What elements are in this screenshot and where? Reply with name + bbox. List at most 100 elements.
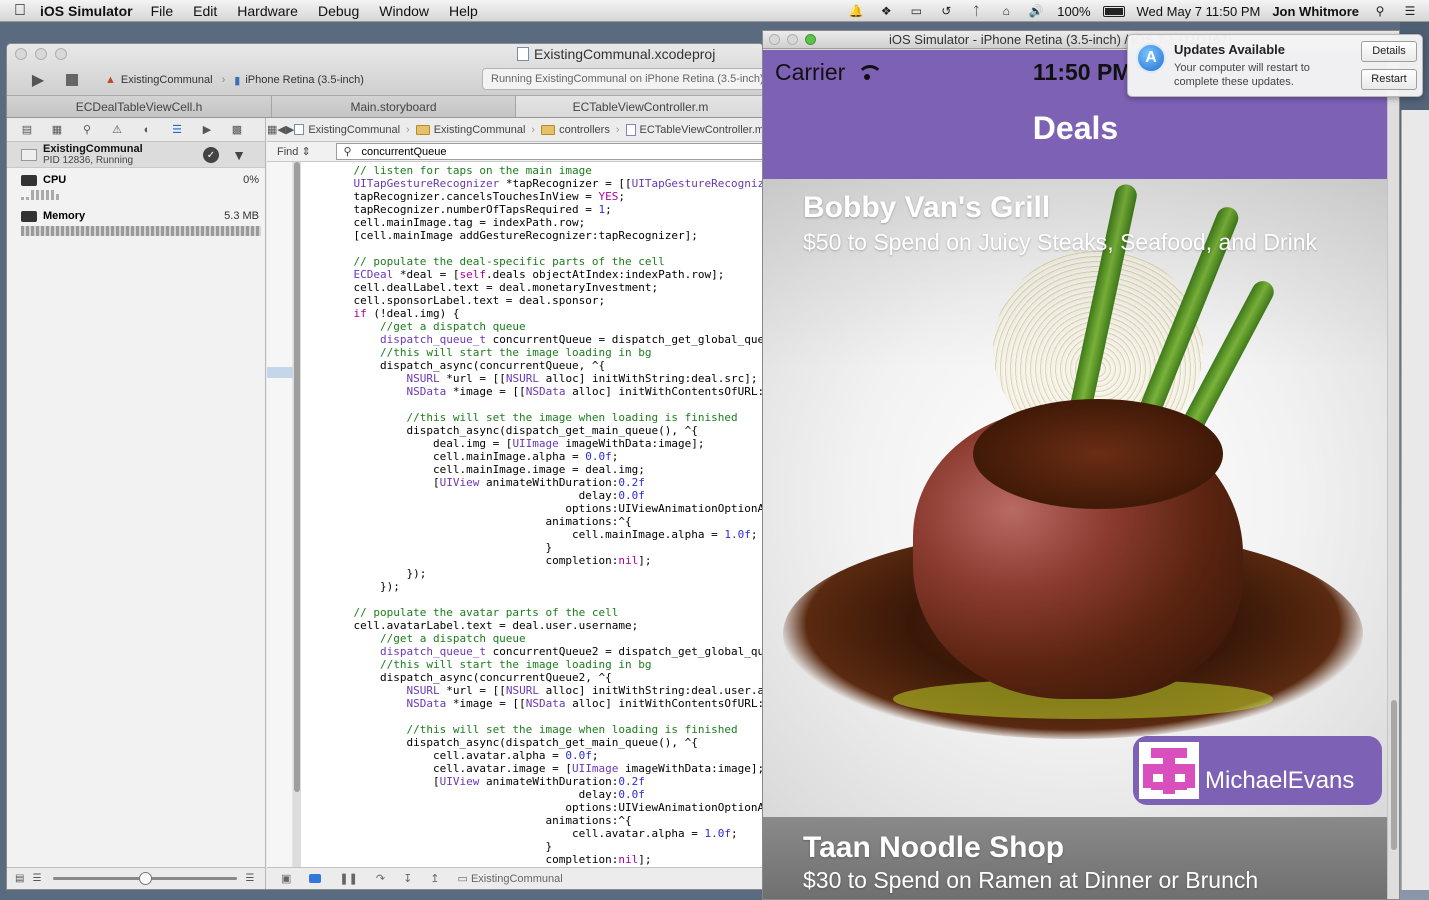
zoom-button[interactable] bbox=[805, 34, 816, 45]
minimize-button[interactable] bbox=[35, 48, 47, 60]
code-line[interactable]: UITapGestureRecognizer *tapRecognizer = … bbox=[327, 177, 764, 190]
find-input[interactable]: ⚲ concurrentQueue bbox=[336, 143, 763, 160]
code-line[interactable]: // populate the deal-specific parts of t… bbox=[327, 255, 763, 268]
code-line[interactable]: dispatch_queue_t concurrentQueue2 = disp… bbox=[327, 645, 763, 658]
simulator-scrollbar[interactable] bbox=[1387, 50, 1399, 899]
apple-menu-icon[interactable]:  bbox=[0, 2, 40, 20]
breakpoints-toggle-icon[interactable] bbox=[309, 874, 322, 883]
gauge-info-icon[interactable]: ✓ bbox=[203, 147, 219, 163]
process-row[interactable]: ExistingCommunal PID 12836, Running ✓ ▼ bbox=[7, 142, 265, 168]
code-line[interactable]: tapRecognizer.cancelsTouchesInView = YES… bbox=[327, 190, 763, 203]
tab-tableviewcontroller-m[interactable]: ECTableViewController.m bbox=[516, 96, 763, 117]
issue-navigator-icon[interactable]: ⚠ bbox=[109, 123, 125, 137]
airplay-icon[interactable]: ▭ bbox=[907, 4, 925, 18]
deal-cell[interactable]: Bobby Van's Grill $50 to Spend on Juicy … bbox=[763, 179, 1388, 817]
find-mode-selector[interactable]: Find ⇕ bbox=[267, 145, 336, 158]
notification-center-icon[interactable]: ☰ bbox=[1401, 4, 1419, 18]
show-only-crashed-icon[interactable]: ▤ bbox=[15, 873, 24, 884]
memory-gauge[interactable]: Memory 5.3 MB bbox=[7, 204, 265, 240]
back-arrow-icon[interactable]: ◀ bbox=[277, 123, 285, 136]
details-button[interactable]: Details bbox=[1361, 41, 1417, 62]
dropbox-icon[interactable]: ❖ bbox=[877, 4, 895, 18]
code-line[interactable] bbox=[327, 242, 763, 255]
code-line[interactable]: dispatch_async(dispatch_get_main_queue()… bbox=[327, 736, 763, 749]
deal-cell[interactable]: Taan Noodle Shop $30 to Spend on Ramen a… bbox=[763, 817, 1388, 899]
code-line[interactable]: options:UIViewAnimationOptionAllowUser bbox=[327, 502, 763, 515]
menu-edit[interactable]: Edit bbox=[193, 3, 217, 19]
code-line[interactable]: dispatch_async(concurrentQueue2, ^{ bbox=[327, 671, 763, 684]
code-line[interactable]: NSData *image = [[NSData alloc] initWith… bbox=[327, 697, 763, 710]
volume-icon[interactable]: 🔊 bbox=[1027, 4, 1045, 18]
scrollbar-thumb[interactable] bbox=[1391, 700, 1397, 850]
code-text[interactable]: // listen for taps on the main image UIT… bbox=[327, 164, 763, 867]
code-line[interactable]: dispatch_async(dispatch_get_main_queue()… bbox=[327, 424, 763, 437]
code-line[interactable]: cell.avatarLabel.text = deal.user.userna… bbox=[327, 619, 763, 632]
code-line[interactable]: cell.mainImage.alpha = 1.0f; bbox=[327, 528, 763, 541]
code-line[interactable]: [cell.mainImage addGestureRecognizer:tap… bbox=[327, 229, 763, 242]
code-line[interactable]: // listen for taps on the main image bbox=[327, 164, 763, 177]
code-line[interactable]: delay:0.0f bbox=[327, 788, 763, 801]
wifi-menu-icon[interactable]: ⌂ bbox=[997, 4, 1015, 18]
code-line[interactable]: cell.avatar.alpha = 1.0f; bbox=[327, 827, 763, 840]
code-line[interactable]: animations:^{ bbox=[327, 814, 763, 827]
code-line[interactable]: cell.sponsorLabel.text = deal.sponsor; bbox=[327, 294, 763, 307]
code-line[interactable]: cell.mainImage.image = deal.img; bbox=[327, 463, 763, 476]
code-line[interactable]: } bbox=[327, 541, 763, 554]
menu-help[interactable]: Help bbox=[449, 3, 478, 19]
code-line[interactable]: //this will start the image loading in b… bbox=[327, 658, 763, 671]
zoom-button[interactable] bbox=[55, 48, 67, 60]
code-line[interactable]: completion:nil]; bbox=[327, 853, 763, 866]
code-line[interactable]: animations:^{ bbox=[327, 515, 763, 528]
stop-button[interactable] bbox=[61, 70, 83, 90]
avatar[interactable] bbox=[1139, 742, 1199, 799]
breadcrumb-file[interactable]: ECTableViewController.m bbox=[625, 123, 763, 136]
code-line[interactable]: delay:0.0f bbox=[327, 489, 763, 502]
code-line[interactable]: }); bbox=[327, 567, 763, 580]
run-button[interactable]: ▶ bbox=[27, 70, 49, 90]
debug-navigator-icon[interactable]: ☰ bbox=[169, 123, 185, 137]
menu-window[interactable]: Window bbox=[379, 3, 429, 19]
related-items-icon[interactable]: ▦ bbox=[267, 123, 277, 136]
restart-button[interactable]: Restart bbox=[1361, 69, 1417, 90]
line-gutter[interactable] bbox=[267, 162, 293, 867]
code-line[interactable]: cell.mainImage.tag = indexPath.row; bbox=[327, 216, 763, 229]
code-line[interactable]: NSData *image = [[NSData alloc] initWith… bbox=[327, 385, 763, 398]
find-navigator-icon[interactable]: ⚲ bbox=[79, 123, 95, 137]
code-minimap-scrollbar[interactable] bbox=[293, 162, 301, 867]
scrollbar-thumb[interactable] bbox=[294, 162, 300, 792]
background-window[interactable] bbox=[1401, 110, 1429, 890]
step-over-icon[interactable]: ↷ bbox=[376, 872, 385, 885]
code-line[interactable] bbox=[327, 710, 763, 723]
forward-arrow-icon[interactable]: ▶ bbox=[286, 123, 294, 136]
code-line[interactable]: }); bbox=[327, 580, 763, 593]
user-chip[interactable]: MichaelEvans bbox=[1133, 736, 1382, 805]
menu-file[interactable]: File bbox=[151, 3, 174, 19]
code-line[interactable]: //get a dispatch queue bbox=[327, 320, 763, 333]
test-navigator-icon[interactable]: ◐ bbox=[139, 123, 155, 137]
code-line[interactable]: } bbox=[327, 840, 763, 853]
process-menu-icon[interactable]: ▼ bbox=[231, 147, 247, 163]
code-line[interactable]: completion:nil]; bbox=[327, 554, 763, 567]
log-navigator-icon[interactable]: ▩ bbox=[229, 123, 245, 137]
code-line[interactable]: tapRecognizer.numberOfTapsRequired = 1; bbox=[327, 203, 763, 216]
code-line[interactable]: ECDeal *deal = [self.deals objectAtIndex… bbox=[327, 268, 763, 281]
app-menu[interactable]: iOS Simulator bbox=[40, 3, 133, 19]
time-machine-icon[interactable]: ↺ bbox=[937, 4, 955, 18]
breadcrumb-group[interactable]: ExistingCommunal bbox=[415, 124, 525, 136]
close-button[interactable] bbox=[769, 34, 780, 45]
breadcrumb-project[interactable]: ExistingCommunal bbox=[294, 124, 400, 136]
slider-knob[interactable] bbox=[139, 872, 153, 885]
code-line[interactable]: [UIView animateWithDuration:0.2f bbox=[327, 476, 763, 489]
code-line[interactable]: deal.img = [UIImage imageWithData:image]… bbox=[327, 437, 763, 450]
menu-debug[interactable]: Debug bbox=[318, 3, 359, 19]
cpu-gauge[interactable]: CPU 0% bbox=[7, 168, 265, 204]
menubar-user[interactable]: Jon Whitmore bbox=[1272, 4, 1359, 19]
code-line[interactable]: //get a dispatch queue bbox=[327, 632, 763, 645]
breakpoint-navigator-icon[interactable]: ▶ bbox=[199, 123, 215, 137]
tab-dealtableviewcell-h[interactable]: ECDealTableViewCell.h bbox=[7, 96, 272, 117]
code-line[interactable]: //this will set the image when loading i… bbox=[327, 723, 763, 736]
tab-main-storyboard[interactable]: Main.storyboard bbox=[272, 96, 516, 117]
code-line[interactable]: cell.mainImage.alpha = 0.0f; bbox=[327, 450, 763, 463]
code-line[interactable]: options:UIViewAnimationOptionAllowUser bbox=[327, 801, 763, 814]
code-line[interactable]: //this will start the image loading in b… bbox=[327, 346, 763, 359]
